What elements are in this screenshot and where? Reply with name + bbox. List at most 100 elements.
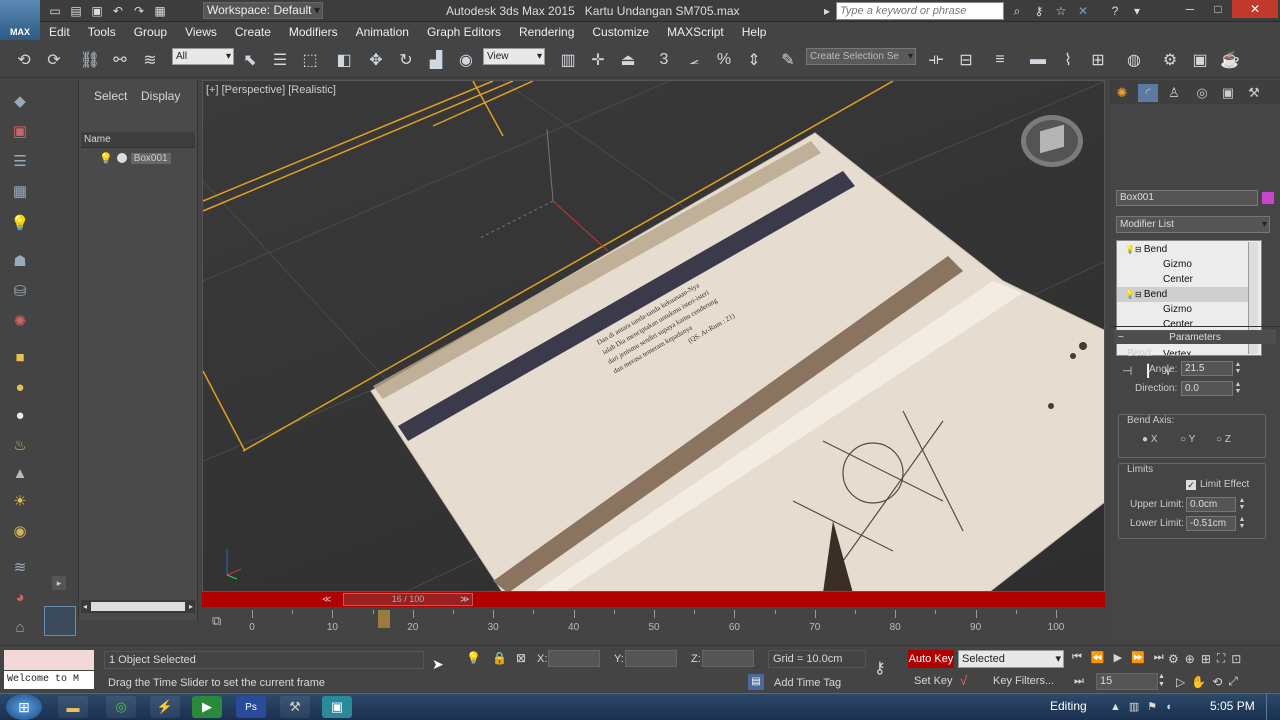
next-frame-icon[interactable]: ⏩ <box>1131 651 1145 664</box>
bind-space-warp-icon[interactable]: ≋ <box>138 48 162 72</box>
align-icon[interactable]: ⊟ <box>954 48 978 72</box>
time-tag-icon[interactable]: ▤ <box>748 674 764 690</box>
select-and-manipulate-icon[interactable]: ✛ <box>586 48 610 72</box>
create-tab-icon[interactable]: ✺ <box>1112 84 1132 102</box>
grid-view-icon[interactable]: ▦ <box>8 180 32 202</box>
maxscript-listener-top[interactable] <box>4 650 94 670</box>
tools-taskbar-icon[interactable]: ⚒ <box>280 696 310 718</box>
percent-snap-icon[interactable]: % <box>712 48 736 72</box>
photoshop-taskbar-icon[interactable]: Ps <box>236 696 266 718</box>
go-to-start-icon[interactable]: ⏮ <box>1072 651 1082 664</box>
upper-limit-spinner[interactable]: ▲ ▼ <box>1238 497 1246 512</box>
stack-item[interactable]: Gizmo <box>1117 257 1249 272</box>
rendered-frame-window-icon[interactable]: ▣ <box>1188 48 1212 72</box>
angle-snap-icon[interactable]: ⦟ <box>682 48 706 72</box>
toggle-ribbon-icon[interactable]: ▬ <box>1026 48 1050 72</box>
current-frame-input[interactable]: 15 <box>1096 673 1158 690</box>
volume-icon[interactable]: ◖ <box>1165 701 1172 713</box>
auto-key-button[interactable]: Auto Key <box>908 650 954 668</box>
undo-icon[interactable]: ↶ <box>109 3 127 19</box>
box-icon[interactable]: ■ <box>8 346 32 368</box>
open-file-icon[interactable]: ▤ <box>67 3 85 19</box>
scale-icon[interactable]: ▟ <box>424 48 448 72</box>
tray-arrow-icon[interactable]: ▲ <box>1110 701 1121 713</box>
bones-icon[interactable]: ⛁ <box>8 280 32 302</box>
stack-item[interactable]: Gizmo <box>1117 302 1249 317</box>
menu-help[interactable]: Help <box>733 25 776 39</box>
image-icon[interactable]: ▣ <box>8 120 32 142</box>
angle-input[interactable]: 21.5 <box>1181 361 1233 376</box>
menu-views[interactable]: Views <box>176 25 226 39</box>
direction-spinner[interactable]: ▲ ▼ <box>1234 381 1242 396</box>
flag-icon[interactable]: ⚑ <box>1147 700 1157 713</box>
go-to-end-icon[interactable]: ⏭ <box>1154 651 1164 664</box>
time-slider[interactable]: 16 / 100 <box>343 593 473 606</box>
light-icon[interactable]: 💡 <box>8 212 32 234</box>
frame-spinner[interactable]: ▲ ▼ <box>1158 673 1165 689</box>
explorer-taskbar-icon[interactable]: ▬ <box>58 696 88 718</box>
move-icon[interactable]: ✥ <box>364 48 388 72</box>
sphere-icon[interactable]: ● <box>8 404 32 426</box>
key-icon[interactable]: ⚷ <box>1030 3 1048 19</box>
key-filters-button[interactable]: Key Filters... <box>993 675 1054 687</box>
workspace-dropdown[interactable]: Workspace: Default <box>203 2 323 19</box>
motion-tab-icon[interactable]: ◎ <box>1192 84 1212 102</box>
field-of-view-icon[interactable]: ▷ <box>1176 675 1185 689</box>
geosphere-icon[interactable]: ◉ <box>8 520 32 542</box>
modifier-bulb-icon[interactable]: 💡⊟ <box>1125 290 1144 299</box>
space-warp-icon[interactable]: ≋ <box>8 556 32 578</box>
mini-curve-editor-icon[interactable]: ⧉ <box>212 613 221 629</box>
minimize-button[interactable]: ─ <box>1176 0 1204 18</box>
time-config-icon[interactable]: ⚙ <box>1168 652 1179 666</box>
pin-stack-icon[interactable]: ⊣ <box>1122 364 1132 378</box>
maximize-button[interactable]: □ <box>1204 0 1232 18</box>
rotate-icon[interactable]: ↻ <box>394 48 418 72</box>
limit-effect-checkbox[interactable]: ✓ Limit Effect <box>1186 479 1249 490</box>
pivot-center-icon[interactable]: ▥ <box>556 48 580 72</box>
mirror-icon[interactable]: ⟛ <box>924 48 948 72</box>
horizontal-scrollbar[interactable]: ◂ ▸ <box>81 600 195 613</box>
direction-input[interactable]: 0.0 <box>1181 381 1233 396</box>
start-button[interactable]: ⊞ <box>6 694 42 720</box>
undo-icon[interactable]: ⟲ <box>12 48 36 72</box>
edit-named-selection-icon[interactable]: ✎ <box>776 48 800 72</box>
axis-x-radio[interactable]: ● X <box>1142 434 1158 445</box>
explorer-tab-display[interactable]: Display <box>141 89 180 103</box>
modifier-bulb-icon[interactable]: 💡⊟ <box>1125 245 1144 254</box>
render-production-icon[interactable]: ☕ <box>1218 48 1242 72</box>
modifier-list-dropdown[interactable]: Modifier List <box>1116 216 1270 233</box>
particle-icon[interactable]: ◕ <box>8 586 32 608</box>
display-tab-icon[interactable]: ▣ <box>1218 84 1238 102</box>
expand-arrow-icon[interactable]: ▸ <box>52 576 66 590</box>
show-desktop-button[interactable] <box>1266 694 1280 720</box>
menu-customize[interactable]: Customize <box>583 25 658 39</box>
zoom-all-icon[interactable]: ⊞ <box>1201 652 1211 666</box>
menu-animation[interactable]: Animation <box>347 25 418 39</box>
zoom-extents-icon[interactable]: ⛶ <box>1217 651 1225 666</box>
rectangle-selection-icon[interactable]: ⬚ <box>298 48 322 72</box>
menu-arrow-icon[interactable]: ▸ <box>818 3 836 19</box>
axis-z-radio[interactable]: ○ Z <box>1216 434 1231 445</box>
teapot-icon[interactable]: ♨ <box>8 434 32 456</box>
unlink-icon[interactable]: ⚯ <box>108 48 132 72</box>
pan-icon[interactable]: ✋ <box>1191 675 1206 689</box>
star-icon[interactable]: ☆ <box>1052 3 1070 19</box>
orbit-icon[interactable]: ⟲ <box>1212 675 1222 689</box>
stack-item[interactable]: Center <box>1117 272 1249 287</box>
window-crossing-icon[interactable]: ◧ <box>332 48 356 72</box>
scroll-thumb[interactable] <box>91 602 185 611</box>
maximize-viewport-icon[interactable]: ⤢ <box>1228 674 1238 689</box>
menu-group[interactable]: Group <box>125 25 176 39</box>
network-icon[interactable]: ▥ <box>1129 700 1139 713</box>
angle-spinner[interactable]: ▲ ▼ <box>1234 361 1242 376</box>
visibility-icon[interactable] <box>116 153 127 163</box>
perspective-viewport[interactable]: Dan di antara tanda-tanda kekuasaan-Nya … <box>202 80 1105 592</box>
set-key-icon[interactable]: ⚷ <box>874 658 886 678</box>
new-file-icon[interactable]: ▭ <box>46 3 64 19</box>
isolate-selection-icon[interactable]: 💡 <box>466 651 481 665</box>
keyboard-shortcut-icon[interactable]: ⏏ <box>616 48 640 72</box>
key-mode-toggle-icon[interactable]: ⏭ <box>1074 675 1084 688</box>
menu-graph-editors[interactable]: Graph Editors <box>418 25 510 39</box>
viewcube-box-icon[interactable] <box>1040 124 1064 154</box>
zoom-icon[interactable]: ⊕ <box>1185 652 1195 666</box>
